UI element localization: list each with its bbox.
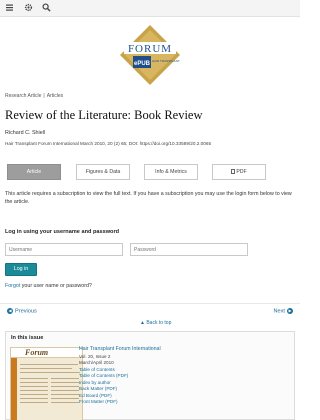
next-label: Next <box>273 308 285 315</box>
toc-pdf-link[interactable]: Table of Contents (PDF) <box>79 373 128 379</box>
issue-date: March/April 2010 <box>79 360 114 365</box>
logo-epub-text: ePUB <box>134 61 151 67</box>
logo-side-text: HAIR TRANSPLANT <box>152 59 180 63</box>
previous-link[interactable]: ◀ Previous <box>5 308 37 314</box>
forgot-credentials: Forgot your user name or password? <box>5 283 92 289</box>
breadcrumb-item-research-article[interactable]: Research Article <box>5 93 41 99</box>
gear-icon[interactable] <box>23 3 34 14</box>
next-link[interactable]: Next ▶ <box>273 308 295 314</box>
issue-journal-link[interactable]: Hair Transplant Forum International <box>79 346 161 352</box>
search-icon[interactable] <box>41 3 52 14</box>
password-input[interactable] <box>130 243 248 256</box>
front-matter-link[interactable]: Front Matter (PDF) <box>79 399 128 405</box>
cover-title: Forum <box>25 348 49 357</box>
tab-pdf-label: PDF <box>236 169 247 175</box>
in-this-issue-panel: In this issue Forum <box>5 331 295 420</box>
previous-label: Previous <box>15 308 37 315</box>
tab-pdf[interactable]: PDF <box>212 164 266 180</box>
article-tabs: Article Figures & Data Info & Metrics PD… <box>7 164 281 181</box>
tab-figures-data[interactable]: Figures & Data <box>76 164 130 180</box>
issue-volume-info: Vol. 20, Issue 2 March/April 2010 <box>79 354 114 366</box>
article-citation: Hair Transplant Forum International Marc… <box>5 141 212 146</box>
journal-logo[interactable]: FORUM ePUB HAIR TRANSPLANT <box>119 24 181 86</box>
breadcrumb: Research Article | Articles <box>5 93 63 99</box>
article-author[interactable]: Richard C. Shiell <box>5 130 45 136</box>
issue-links: Table of Contents Table of Contents (PDF… <box>79 367 128 405</box>
login-button[interactable]: Log in <box>5 263 37 276</box>
menu-icon[interactable] <box>4 3 15 14</box>
tab-article[interactable]: Article <box>7 164 61 180</box>
subscription-notice: This article requires a subscription to … <box>5 191 292 205</box>
username-input[interactable] <box>5 243 123 256</box>
forgot-text: your user name or password? <box>20 283 92 289</box>
tab-info-metrics[interactable]: Info & Metrics <box>144 164 198 180</box>
issue-heading: In this issue <box>11 335 44 341</box>
arrow-up-icon: ▲ <box>140 320 145 326</box>
issue-cover-image[interactable]: Forum <box>10 347 83 420</box>
breadcrumb-separator: | <box>43 93 45 99</box>
article-pager: ◀ Previous Next ▶ <box>0 303 300 317</box>
login-heading: Log in using your username and password <box>5 229 120 235</box>
back-to-top-label: Back to top <box>146 320 172 326</box>
arrow-right-icon: ▶ <box>287 308 293 314</box>
arrow-left-icon: ◀ <box>7 308 13 314</box>
breadcrumb-item-articles[interactable]: Articles <box>47 93 63 99</box>
article-title: Review of the Literature: Book Review <box>5 108 203 122</box>
forgot-link[interactable]: Forgot <box>5 283 20 289</box>
back-to-top-link[interactable]: ▲ Back to top <box>140 320 171 326</box>
pdf-icon <box>231 168 236 174</box>
logo-forum-text: FORUM <box>128 43 172 55</box>
top-toolbar <box>0 0 300 17</box>
